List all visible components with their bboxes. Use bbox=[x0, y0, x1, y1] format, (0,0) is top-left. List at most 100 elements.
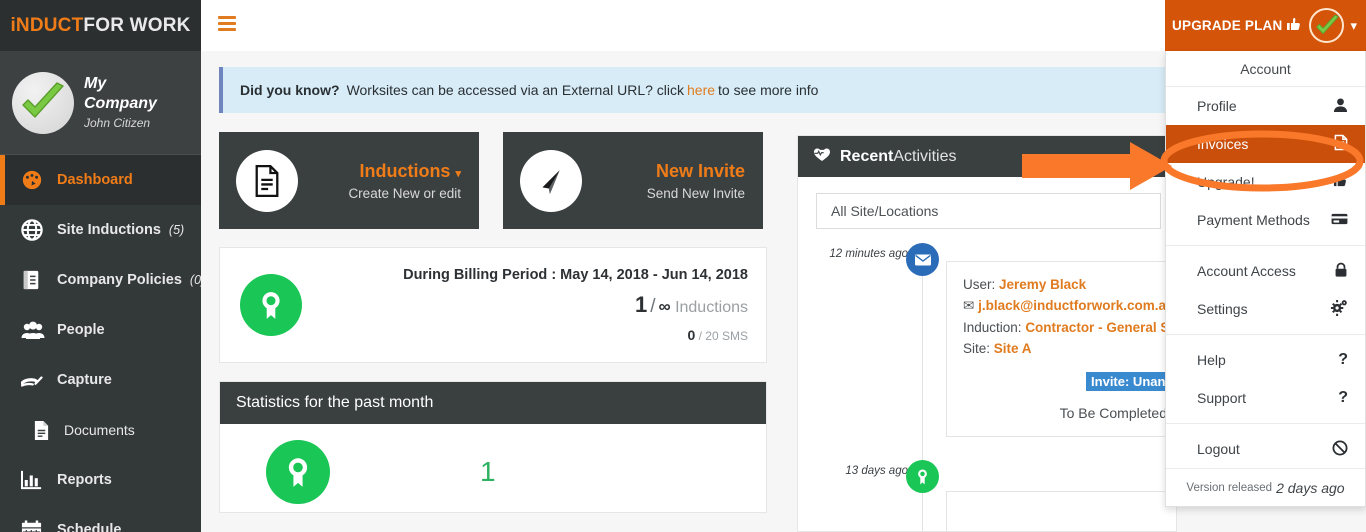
billing-details: During Billing Period : May 14, 2018 - J… bbox=[403, 267, 748, 343]
activity-email-value[interactable]: j.black@inductforwork.com.au bbox=[978, 298, 1174, 313]
sidebar: iNDUCTFOR WORK My Company John Citizen D… bbox=[0, 0, 205, 532]
hand-icon bbox=[21, 372, 48, 389]
chevron-down-icon[interactable]: ▾ bbox=[1350, 18, 1357, 34]
sidebar-item-label: Schedule bbox=[57, 522, 122, 532]
brand-logo[interactable]: iNDUCTFOR WORK bbox=[0, 0, 201, 51]
menu-item-payment-methods[interactable]: Payment Methods bbox=[1166, 201, 1365, 239]
sidebar-item-label: People bbox=[57, 322, 105, 338]
sidebar-item-label: Documents bbox=[64, 422, 135, 438]
award-ribbon-icon bbox=[266, 440, 330, 504]
version-info: Version released 2 days ago bbox=[1166, 468, 1365, 506]
award-ribbon-icon bbox=[240, 274, 302, 336]
envelope-icon: ✉ bbox=[963, 298, 975, 314]
version-value: 2 days ago bbox=[1276, 479, 1345, 496]
billing-inductions-limit: ∞ bbox=[658, 297, 671, 316]
info-banner-link[interactable]: here bbox=[687, 82, 715, 98]
menu-item-account-access[interactable]: Account Access bbox=[1166, 252, 1365, 290]
tile-new-invite-text: New Invite Send New Invite bbox=[647, 161, 745, 201]
billing-sms-row: 0 / 20 SMS bbox=[403, 327, 749, 343]
hamburger-icon[interactable] bbox=[218, 16, 236, 34]
upgrade-plan-label: UPGRADE PLAN bbox=[1172, 18, 1283, 33]
tile-new-invite-sub: Send New Invite bbox=[646, 185, 745, 201]
activity-email-row: ✉ j.black@inductforwork.com.au bbox=[963, 295, 1176, 316]
activity-induction-label: Induction: bbox=[963, 319, 1022, 335]
menu-divider bbox=[1166, 334, 1365, 335]
question-icon: ? bbox=[1338, 389, 1348, 406]
tile-inductions[interactable]: Inductions ▾ Create New or edit bbox=[219, 132, 479, 229]
menu-divider bbox=[1166, 423, 1365, 424]
activities-timeline: 12 minutes ago User: Jeremy Black ✉ j.bl… bbox=[798, 243, 1176, 531]
sidebar-nav: Dashboard Site Inductions (5) Company Polic… bbox=[0, 155, 205, 532]
sidebar-item-schedule[interactable]: Schedule bbox=[0, 505, 201, 532]
document-icon bbox=[236, 149, 298, 212]
billing-sms-used: 0 bbox=[687, 327, 696, 343]
sidebar-item-label: Reports bbox=[57, 472, 112, 488]
lock-icon bbox=[1334, 262, 1348, 281]
menu-item-logout[interactable]: Logout bbox=[1166, 430, 1365, 468]
chevron-down-icon[interactable]: ▾ bbox=[455, 168, 461, 180]
annotation-arrow-icon bbox=[1022, 142, 1172, 190]
sidebar-item-dashboard[interactable]: Dashboard bbox=[0, 155, 201, 205]
sidebar-item-documents[interactable]: Documents bbox=[0, 405, 201, 455]
billing-sms-limit: / 20 SMS bbox=[698, 329, 748, 343]
brand-text-primary: iNDUCT bbox=[10, 14, 84, 36]
menu-item-settings[interactable]: Settings bbox=[1166, 290, 1365, 328]
sidebar-item-people[interactable]: People bbox=[0, 305, 201, 355]
sidebar-item-label: Site Inductions bbox=[57, 222, 161, 238]
activity-site-label: Site: bbox=[963, 340, 991, 356]
activity-due-label: To Be Completed By : bbox=[1059, 404, 1176, 421]
statistics-card: Statistics for the past month 1 bbox=[219, 381, 767, 513]
sidebar-item-capture[interactable]: Capture bbox=[0, 355, 201, 405]
activity-user-value[interactable]: Jeremy Black bbox=[999, 277, 1086, 292]
sidebar-item-site-inductions[interactable]: Site Inductions (5) bbox=[0, 205, 201, 255]
tile-new-invite[interactable]: New Invite Send New Invite bbox=[503, 132, 763, 229]
header-avatar[interactable] bbox=[1309, 8, 1345, 43]
sidebar-item-label: Dashboard bbox=[57, 172, 133, 188]
menu-item-help[interactable]: Help? bbox=[1166, 341, 1365, 379]
avatar bbox=[12, 71, 74, 134]
gears-icon bbox=[1330, 299, 1348, 320]
timeline-time: 12 minutes ago bbox=[829, 248, 908, 260]
billing-inductions-row: 1/∞ Inductions bbox=[403, 292, 748, 318]
app-root: iNDUCTFOR WORK My Company John Citizen D… bbox=[0, 0, 1366, 532]
billing-period-card: During Billing Period : May 14, 2018 - J… bbox=[219, 247, 767, 363]
menu-divider bbox=[1166, 245, 1365, 246]
brand-text: iNDUCTFOR WORK bbox=[10, 15, 190, 37]
menu-item-profile[interactable]: Profile bbox=[1166, 87, 1365, 125]
billing-inductions-word: Inductions bbox=[675, 299, 748, 316]
green-check-icon bbox=[1316, 14, 1340, 35]
topbar: UPGRADE PLAN ▾ bbox=[201, 0, 1366, 51]
activity-card: User: Jeremy Black ✉ j.black@inductforwo… bbox=[946, 261, 1176, 438]
info-banner-title: Did you know? bbox=[240, 82, 340, 98]
book-icon bbox=[21, 269, 48, 291]
account-menu-title: Account bbox=[1166, 51, 1365, 87]
profile-company: My Company bbox=[84, 75, 157, 112]
sidebar-item-reports[interactable]: Reports bbox=[0, 455, 201, 505]
activity-induction-value[interactable]: Contractor - General Si bbox=[1025, 320, 1173, 335]
upgrade-plan-button[interactable]: UPGRADE PLAN ▾ bbox=[1165, 0, 1366, 51]
recent-activities-subtitle: Activities bbox=[893, 147, 957, 165]
site-location-filter[interactable]: All Site/Locations bbox=[816, 193, 1161, 229]
activity-site-value[interactable]: Site A bbox=[994, 341, 1032, 356]
timeline-time: 13 days ago bbox=[845, 465, 908, 477]
account-dropdown-menu: Account Profile Invoices Upgrade! Payment M… bbox=[1165, 51, 1366, 507]
tile-inductions-sub: Create New or edit bbox=[348, 185, 461, 201]
menu-item-label: Settings bbox=[1197, 301, 1248, 317]
paper-plane-icon bbox=[520, 149, 582, 212]
site-location-filter-value: All Site/Locations bbox=[831, 203, 939, 219]
tile-inductions-title: Inductions ▾ bbox=[348, 161, 461, 182]
brand-text-secondary: FOR WORK bbox=[83, 14, 191, 36]
sidebar-item-count: (5) bbox=[168, 223, 185, 237]
profile-meta: My Company John Citizen bbox=[84, 74, 176, 131]
sidebar-item-company-policies[interactable]: Company Policies (0) bbox=[0, 255, 205, 305]
activity-card bbox=[946, 491, 1176, 531]
user-icon bbox=[1333, 97, 1348, 116]
credit-card-icon bbox=[1331, 212, 1348, 229]
activity-due-row: To Be Completed By : bbox=[963, 402, 1176, 424]
profile-block[interactable]: My Company John Citizen bbox=[0, 51, 201, 155]
gauge-icon bbox=[21, 169, 48, 191]
globe-icon bbox=[21, 219, 48, 241]
activity-site-row: Site: Site A bbox=[963, 338, 1176, 359]
activity-induction-row: Induction: Contractor - General Si bbox=[963, 317, 1176, 338]
menu-item-support[interactable]: Support? bbox=[1166, 379, 1365, 417]
